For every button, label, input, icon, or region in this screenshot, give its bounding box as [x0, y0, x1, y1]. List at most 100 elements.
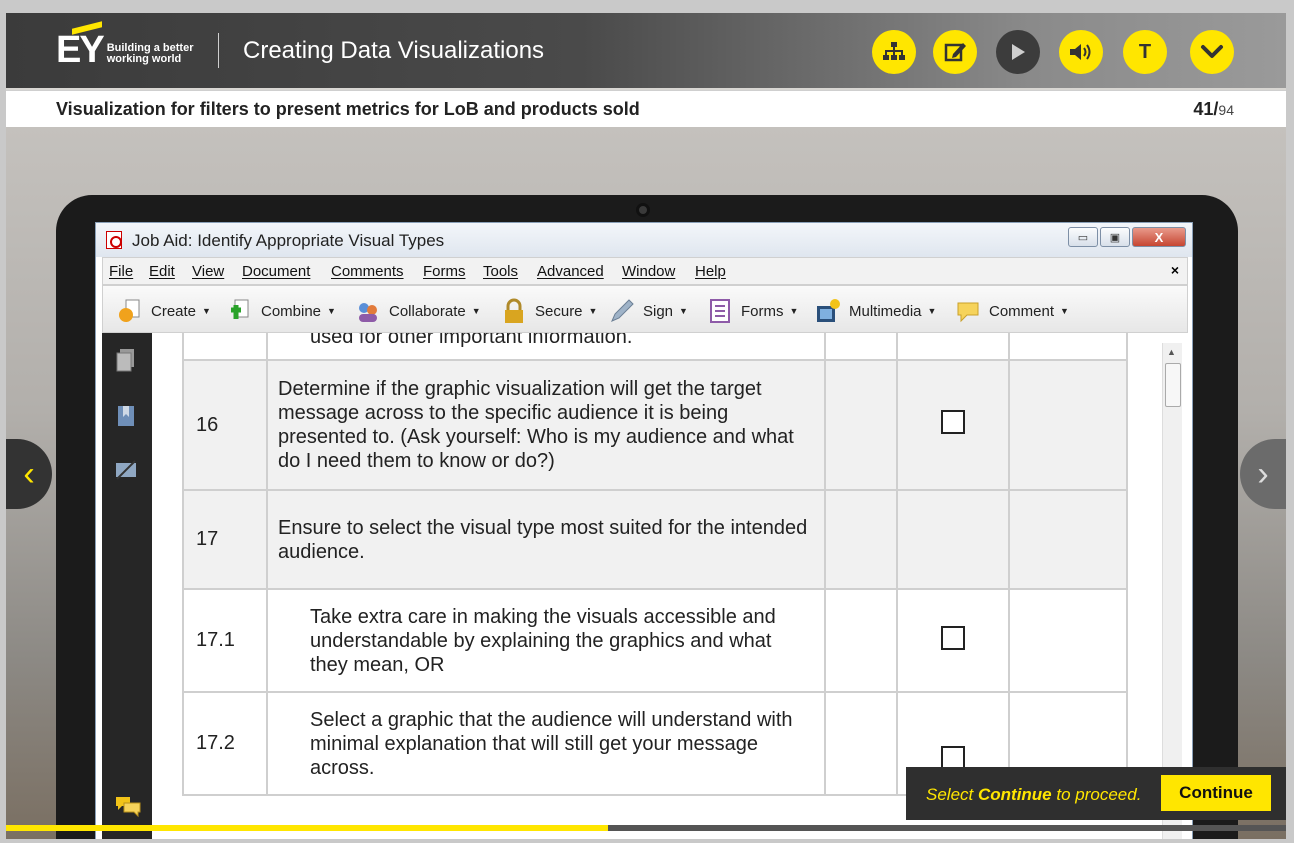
transcript-button[interactable]: T	[1123, 30, 1167, 74]
signatures-icon[interactable]	[114, 457, 138, 483]
next-slide-button[interactable]: ›	[1240, 439, 1286, 509]
ey-logo: EY Building a better working world	[56, 31, 202, 69]
previous-slide-button[interactable]: ‹	[6, 439, 52, 509]
lock-icon	[501, 298, 527, 324]
continue-message: Select Continue to proceed.	[926, 785, 1142, 804]
create-icon	[117, 298, 143, 324]
progress-bar	[6, 825, 1286, 831]
menu-window[interactable]: Window	[622, 263, 675, 280]
combine-tool[interactable]: Combine ▼	[227, 298, 336, 324]
tagline-line-2: working world	[106, 53, 182, 65]
checkbox[interactable]	[941, 625, 965, 650]
checkbox[interactable]	[941, 410, 965, 434]
sign-label: Sign	[643, 302, 674, 320]
menu-help[interactable]: Help	[695, 263, 726, 280]
pdf-icon	[106, 231, 122, 249]
slide-title: Visualization for filters to present met…	[56, 99, 640, 119]
current-slide: 41	[1193, 99, 1214, 119]
secure-label: Secure	[535, 302, 583, 320]
slide-title-bar: Visualization for filters to present met…	[6, 90, 1286, 127]
row-number: 16	[182, 359, 268, 491]
table-row: 17 Ensure to select the visual type most…	[182, 489, 1128, 590]
logo-tagline: Building a better working world	[107, 43, 202, 65]
menu-forms[interactable]: Forms	[423, 263, 466, 280]
slide-counter: 41/94	[1193, 99, 1234, 120]
create-tool[interactable]: Create ▼	[117, 298, 211, 324]
pages-icon[interactable]	[114, 347, 138, 373]
scroll-thumb[interactable]	[1165, 363, 1181, 407]
total-slides: 94	[1218, 102, 1234, 118]
menu-advanced[interactable]: Advanced	[537, 263, 604, 280]
progress-fill	[6, 825, 608, 831]
menu-edit[interactable]: Edit	[149, 263, 175, 280]
sitemap-button[interactable]	[872, 30, 916, 74]
logo-mark: EY	[56, 29, 105, 71]
window-titlebar: Job Aid: Identify Appropriate Visual Typ…	[96, 223, 1192, 257]
menu-view[interactable]: View	[192, 263, 224, 280]
course-player: EY Building a better working world Creat…	[6, 13, 1286, 839]
minimize-button[interactable]: ▭	[1068, 227, 1098, 247]
row-number: 17	[182, 489, 268, 590]
notes-button[interactable]	[933, 30, 977, 74]
menu-comments[interactable]: Comments	[331, 263, 404, 280]
audio-button[interactable]	[1059, 30, 1103, 74]
checkbox[interactable]	[941, 745, 965, 770]
table-row: used for other important information.	[182, 333, 1128, 361]
toolbar: Create ▼ Combine ▼ Collaborate ▼ Secure ▼ Si…	[102, 285, 1188, 333]
document-page: used for other important information. 16…	[152, 333, 1162, 839]
multimedia-label: Multimedia	[849, 302, 922, 320]
slide-content: Job Aid: Identify Appropriate Visual Typ…	[6, 127, 1286, 839]
row-text: used for other important information.	[266, 333, 826, 361]
table-row: 17.1 Take extra care in making the visua…	[182, 588, 1128, 693]
menu-toggle-button[interactable]	[1190, 30, 1234, 74]
sign-tool[interactable]: Sign ▼	[609, 298, 688, 324]
window-title: Job Aid: Identify Appropriate Visual Typ…	[132, 231, 445, 250]
combine-label: Combine	[261, 302, 322, 320]
menu-bar: File Edit View Document Comments Forms T…	[102, 257, 1188, 285]
menu-file[interactable]: File	[109, 263, 133, 280]
secure-tool[interactable]: Secure ▼	[501, 298, 597, 324]
play-button[interactable]	[996, 30, 1040, 74]
menu-document[interactable]: Document	[242, 263, 310, 280]
menu-tools[interactable]: Tools	[483, 263, 518, 280]
collaborate-label: Collaborate	[389, 302, 466, 320]
navigation-pane	[102, 333, 152, 839]
forms-tool[interactable]: Forms ▼	[707, 298, 798, 324]
chevron-down-icon	[1201, 45, 1223, 58]
collaborate-tool[interactable]: Collaborate ▼	[355, 298, 481, 324]
pen-icon	[609, 298, 635, 324]
restore-button[interactable]: ▣	[1100, 227, 1130, 247]
table-row: 16 Determine if the graphic visualizatio…	[182, 359, 1128, 491]
comment-icon	[955, 298, 981, 324]
continue-panel: Select Continue to proceed. Continue	[906, 767, 1286, 820]
close-button[interactable]: X	[1132, 227, 1186, 247]
row-number: 17.1	[182, 588, 268, 693]
combine-icon	[227, 298, 253, 324]
multimedia-tool[interactable]: Multimedia ▼	[815, 298, 936, 324]
forms-label: Forms	[741, 302, 784, 320]
audio-icon	[1070, 44, 1091, 60]
header: EY Building a better working world Creat…	[6, 13, 1286, 88]
forms-icon	[707, 298, 733, 324]
comment-tool[interactable]: Comment ▼	[955, 298, 1069, 324]
vertical-scrollbar[interactable]: ▲	[1162, 343, 1182, 839]
notes-icon	[944, 43, 966, 62]
sitemap-icon	[883, 42, 905, 60]
close-document-icon[interactable]: ×	[1171, 262, 1179, 278]
row-text: Ensure to select the visual type most su…	[266, 489, 826, 590]
collaborate-icon	[355, 298, 381, 324]
multimedia-icon	[815, 298, 841, 324]
continue-button[interactable]: Continue	[1161, 775, 1271, 811]
play-icon	[1012, 44, 1025, 60]
scroll-up-icon[interactable]: ▲	[1167, 347, 1176, 357]
course-title: Creating Data Visualizations	[243, 37, 545, 64]
comments-icon[interactable]	[114, 793, 141, 819]
row-text: Take extra care in making the visuals ac…	[266, 588, 826, 693]
row-text: Determine if the graphic visualization w…	[266, 359, 826, 491]
row-number: 17.2	[182, 691, 268, 796]
pdf-window: Job Aid: Identify Appropriate Visual Typ…	[95, 222, 1193, 839]
header-divider	[218, 33, 219, 68]
checklist-table: used for other important information. 16…	[182, 333, 1128, 796]
bookmarks-icon[interactable]	[114, 403, 138, 429]
comment-label: Comment	[989, 302, 1055, 320]
